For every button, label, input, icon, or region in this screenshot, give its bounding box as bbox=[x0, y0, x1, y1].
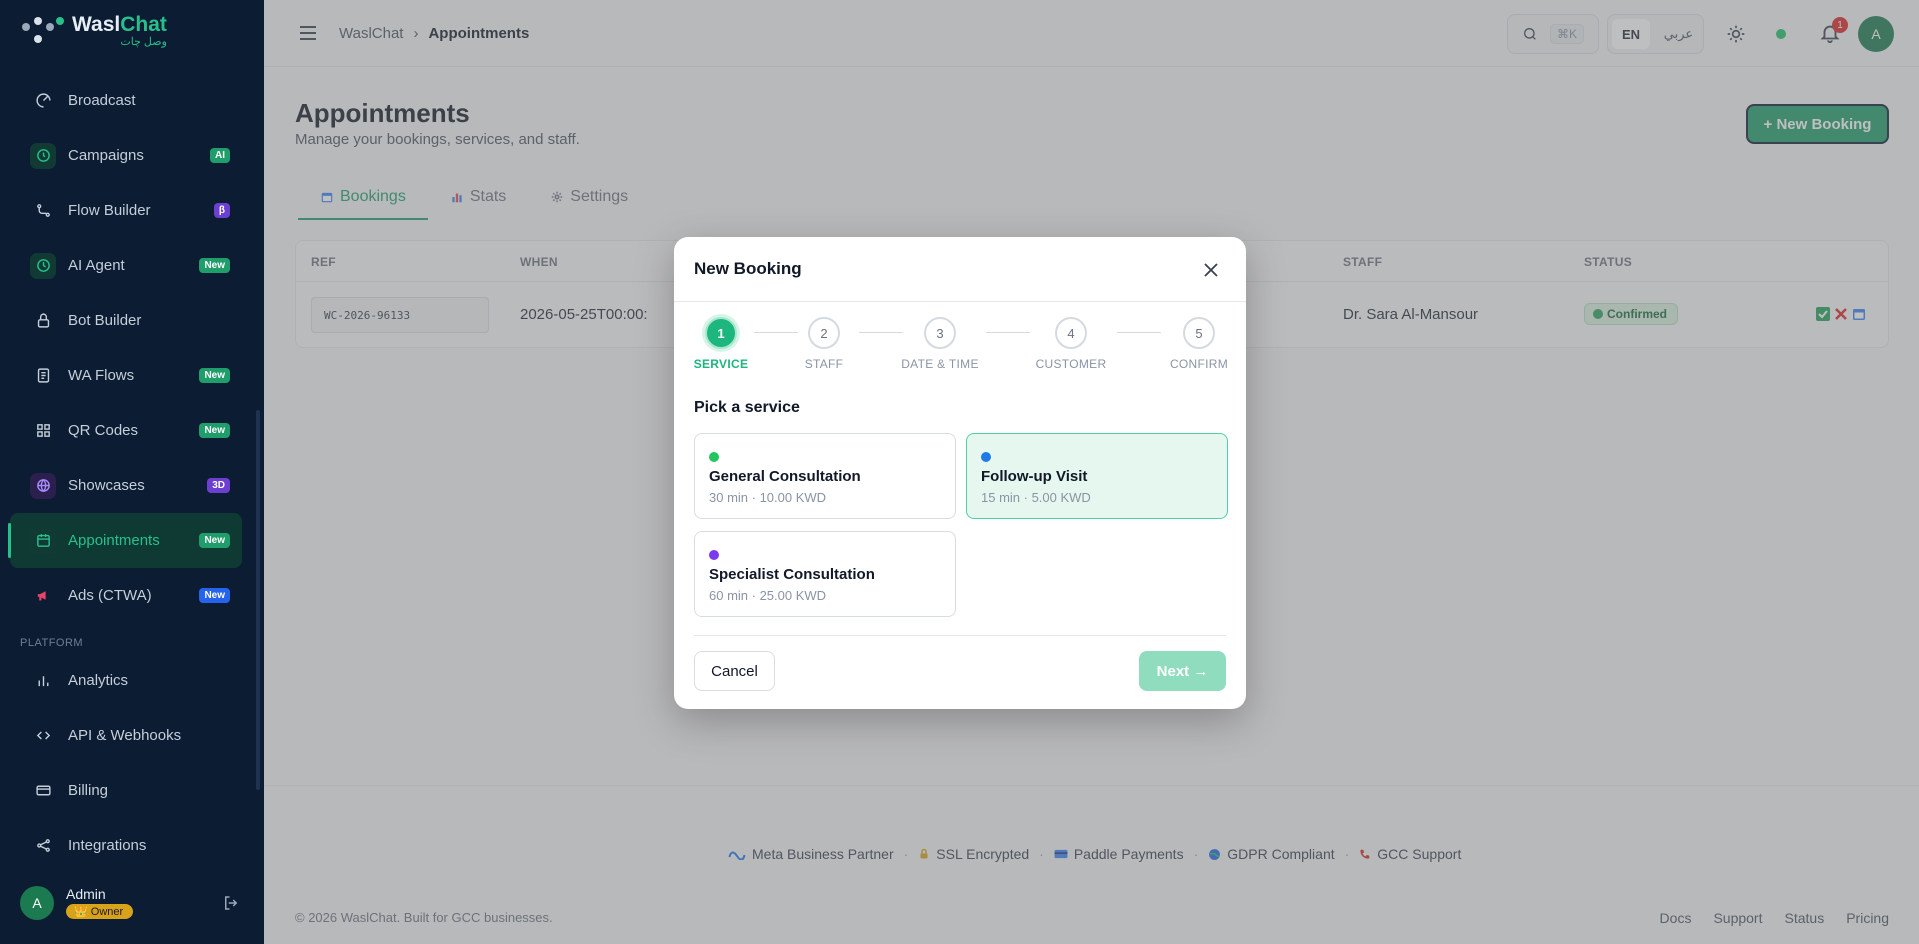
flow-icon bbox=[30, 198, 56, 224]
modal-divider bbox=[674, 301, 1246, 302]
sidebar-item-flow-builder[interactable]: Flow Builder β bbox=[10, 183, 242, 238]
doc-icon bbox=[30, 363, 56, 389]
lock-icon bbox=[30, 308, 56, 334]
sidebar-item-wa-flows[interactable]: WA Flows New bbox=[10, 348, 242, 403]
campaign-icon bbox=[30, 142, 56, 169]
badge-3d: 3D bbox=[207, 478, 230, 493]
sidebar: WaslChat وصل چات Broadcast Campaigns AI … bbox=[0, 0, 264, 944]
sidebar-item-analytics[interactable]: Analytics bbox=[10, 653, 242, 708]
user-name: Admin bbox=[66, 886, 106, 902]
logout-icon[interactable] bbox=[222, 894, 240, 912]
sidebar-section-platform: PLATFORM bbox=[20, 637, 84, 649]
share-icon bbox=[30, 833, 56, 859]
sidebar-item-ai-agent[interactable]: AI Agent New bbox=[10, 238, 242, 293]
logo-icon bbox=[20, 15, 64, 47]
badge-new: New bbox=[199, 258, 230, 273]
sidebar-item-billing[interactable]: Billing bbox=[10, 763, 242, 818]
sidebar-item-appointments[interactable]: Appointments New bbox=[8, 513, 242, 568]
service-card-specialist-consultation[interactable]: Specialist Consultation 60 min · 25.00 K… bbox=[694, 531, 956, 617]
step-date-time[interactable]: 3 DATE & TIME bbox=[900, 317, 980, 371]
step-customer[interactable]: 4 CUSTOMER bbox=[1031, 317, 1111, 371]
sidebar-item-campaigns[interactable]: Campaigns AI bbox=[10, 128, 242, 183]
modal-title: New Booking bbox=[694, 259, 802, 278]
new-booking-modal: New Booking 1 SERVICE 2 STAFF 3 DATE & T… bbox=[674, 237, 1246, 709]
step-staff[interactable]: 2 STAFF bbox=[784, 317, 864, 371]
close-icon[interactable] bbox=[1202, 261, 1220, 279]
badge-new: New bbox=[199, 368, 230, 383]
service-color-dot bbox=[981, 452, 991, 462]
globe-icon bbox=[30, 472, 56, 499]
badge-new: New bbox=[199, 423, 230, 438]
qr-icon bbox=[30, 418, 56, 444]
badge-new: New bbox=[199, 533, 230, 548]
card-icon bbox=[30, 778, 56, 804]
clock-icon bbox=[30, 252, 56, 279]
service-card-follow-up-visit[interactable]: Follow-up Visit 15 min · 5.00 KWD bbox=[966, 433, 1228, 519]
service-color-dot bbox=[709, 452, 719, 462]
logo-name: WaslChat bbox=[72, 13, 167, 36]
logo[interactable]: WaslChat وصل چات bbox=[20, 14, 167, 48]
sidebar-scrollbar[interactable] bbox=[256, 410, 260, 790]
cancel-button[interactable]: Cancel bbox=[694, 651, 775, 691]
megaphone-icon bbox=[30, 583, 56, 609]
next-button[interactable]: Next → bbox=[1139, 651, 1226, 691]
badge-new: New bbox=[199, 588, 230, 603]
sidebar-item-integrations[interactable]: Integrations bbox=[10, 818, 242, 873]
avatar: A bbox=[20, 886, 54, 920]
step-service[interactable]: 1 SERVICE bbox=[681, 317, 761, 371]
service-color-dot bbox=[709, 550, 719, 560]
badge-beta: β bbox=[213, 203, 230, 218]
sidebar-item-bot-builder[interactable]: Bot Builder bbox=[10, 293, 242, 348]
sidebar-item-broadcast[interactable]: Broadcast bbox=[10, 73, 242, 128]
sidebar-item-ads[interactable]: Ads (CTWA) New bbox=[10, 568, 242, 623]
sidebar-nav: Broadcast Campaigns AI Flow Builder β AI… bbox=[8, 73, 242, 873]
stepper: 1 SERVICE 2 STAFF 3 DATE & TIME 4 CUSTOM… bbox=[694, 317, 1228, 377]
sidebar-item-api-webhooks[interactable]: API & Webhooks bbox=[10, 708, 242, 763]
modal-footer-divider bbox=[694, 635, 1226, 636]
logo-arabic: وصل چات bbox=[120, 36, 167, 48]
role-badge: 👑 Owner bbox=[66, 904, 134, 919]
step-confirm[interactable]: 5 CONFIRM bbox=[1159, 317, 1239, 371]
service-card-general-consultation[interactable]: General Consultation 30 min · 10.00 KWD bbox=[694, 433, 956, 519]
code-icon bbox=[30, 723, 56, 749]
broadcast-icon bbox=[30, 88, 56, 114]
user-profile[interactable]: A Admin 👑 Owner bbox=[20, 886, 240, 920]
badge-ai: AI bbox=[210, 148, 230, 163]
sidebar-item-qr-codes[interactable]: QR Codes New bbox=[10, 403, 242, 458]
calendar-icon bbox=[30, 527, 56, 554]
chart-icon bbox=[30, 668, 56, 694]
pick-service-heading: Pick a service bbox=[694, 399, 800, 416]
sidebar-item-showcases[interactable]: Showcases 3D bbox=[10, 458, 242, 513]
